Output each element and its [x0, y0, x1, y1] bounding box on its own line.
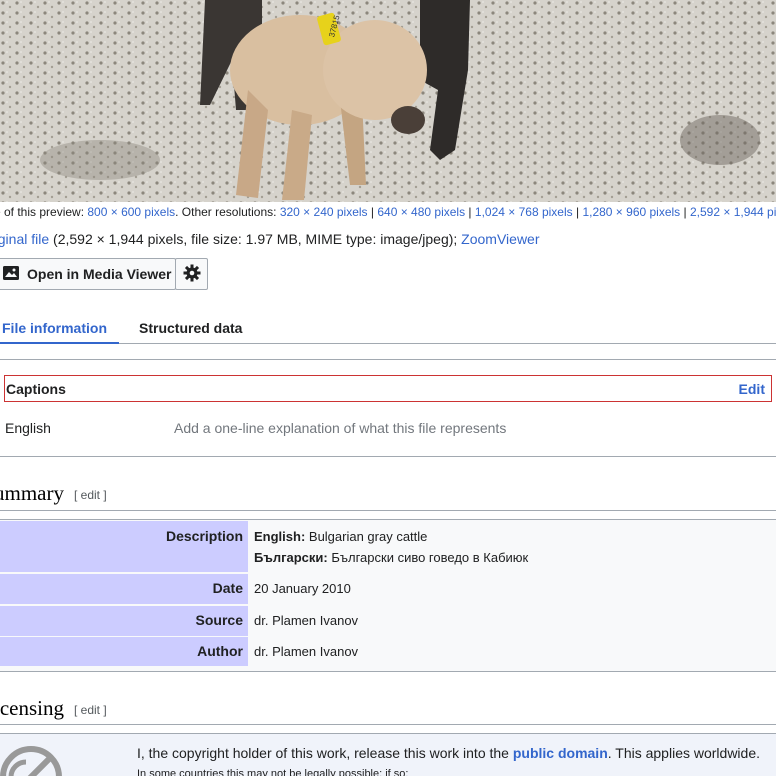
separator: | — [572, 205, 583, 219]
licensing-edit-link[interactable]: [ edit ] — [74, 703, 107, 717]
resolution-link[interactable]: 320 × 240 pixels — [280, 205, 368, 219]
language-label: English: — [254, 529, 306, 544]
zoomviewer-link[interactable]: ZoomViewer — [461, 231, 539, 247]
description-text: Български сиво говедо в Кабиюк — [327, 550, 529, 565]
table-row: Source dr. Plamen Ivanov — [0, 606, 776, 636]
separator: | — [680, 205, 690, 219]
original-file-link[interactable]: riginal file — [0, 231, 49, 247]
table-row: Date 20 January 2010 — [0, 574, 776, 604]
table-row: Author dr. Plamen Ivanov — [0, 637, 776, 666]
license-text: I, the copyright holder of this work, re… — [137, 745, 760, 761]
source-label: Source — [0, 606, 248, 636]
original-file-info: (2,592 × 1,944 pixels, file size: 1.97 M… — [49, 231, 462, 247]
open-media-viewer-label: Open in Media Viewer — [27, 266, 172, 282]
public-domain-link[interactable]: public domain — [513, 745, 608, 761]
active-tab-indicator — [0, 342, 119, 344]
language-label: Български: — [254, 550, 328, 565]
caption-language: English — [5, 420, 51, 436]
separator: | — [367, 205, 378, 219]
resolution-line: ze of this preview: 800 × 600 pixels. Ot… — [0, 205, 776, 219]
public-domain-icon — [0, 744, 64, 776]
other-resolutions-label: . Other resolutions: — [175, 205, 280, 219]
settings-button[interactable] — [175, 258, 208, 290]
author-label: Author — [0, 637, 248, 666]
summary-heading-text: ummary — [0, 481, 64, 505]
source-value: dr. Plamen Ivanov — [254, 613, 359, 628]
divider — [0, 359, 776, 360]
tab-file-information[interactable]: File information — [2, 320, 107, 336]
resolution-link[interactable]: 1,280 × 960 pixels — [582, 205, 680, 219]
tab-structured-data[interactable]: Structured data — [139, 320, 242, 336]
preview-size-label: ze of this preview: — [0, 205, 85, 219]
table-row: Description English: Bulgarian gray catt… — [0, 521, 776, 572]
date-label: Date — [0, 574, 248, 604]
license-subtext: In some countries this may not be legall… — [137, 768, 409, 776]
heading-rule — [0, 510, 776, 511]
original-file-line: riginal file (2,592 × 1,944 pixels, file… — [0, 231, 540, 247]
license-text-after: . This applies worldwide. — [607, 745, 761, 761]
description-value: English: Bulgarian gray cattle Български… — [254, 526, 528, 568]
summary-heading: ummary [ edit ] — [0, 481, 107, 506]
author-value: dr. Plamen Ivanov — [254, 644, 359, 659]
description-text: Bulgarian gray cattle — [305, 529, 428, 544]
captions-edit-button[interactable]: Edit — [739, 381, 765, 397]
licensing-heading-text: icensing — [0, 696, 64, 720]
gear-icon — [183, 264, 201, 285]
file-tabs: File information Structured data — [0, 316, 776, 344]
resolution-link[interactable]: 640 × 480 pixels — [377, 205, 465, 219]
summary-table: Description English: Bulgarian gray catt… — [0, 519, 776, 672]
image-icon — [3, 265, 19, 283]
divider — [0, 456, 776, 457]
open-media-viewer-button[interactable]: Open in Media Viewer — [0, 258, 176, 290]
captions-header: Captions Edit — [4, 375, 772, 402]
separator: | — [465, 205, 475, 219]
summary-edit-link[interactable]: [ edit ] — [74, 488, 107, 502]
file-preview-image[interactable]: 37815 — [0, 0, 776, 202]
preview-size-link[interactable]: 800 × 600 pixels — [87, 205, 175, 219]
description-label: Description — [0, 521, 248, 572]
date-value: 20 January 2010 — [254, 581, 351, 596]
licensing-heading: icensing [ edit ] — [0, 696, 107, 721]
resolution-link[interactable]: 2,592 × 1,944 pixe — [690, 205, 776, 219]
heading-rule — [0, 724, 776, 725]
license-text-before: I, the copyright holder of this work, re… — [137, 745, 513, 761]
resolution-link[interactable]: 1,024 × 768 pixels — [475, 205, 573, 219]
captions-title: Captions — [6, 380, 66, 397]
caption-placeholder[interactable]: Add a one-line explanation of what this … — [174, 420, 506, 436]
